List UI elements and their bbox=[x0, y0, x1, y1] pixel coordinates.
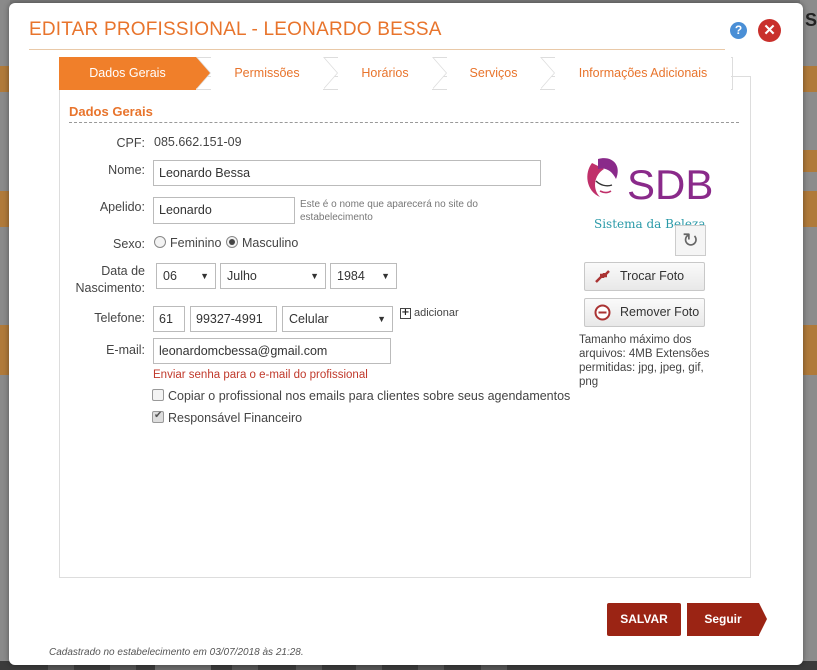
reload-icon[interactable]: ↻ bbox=[675, 225, 706, 256]
remover-foto-label: Remover Foto bbox=[620, 305, 700, 319]
tab-servicos[interactable]: Serviços bbox=[447, 57, 555, 90]
responsavel-financeiro-checkbox[interactable] bbox=[152, 410, 164, 423]
ddd-input[interactable]: 61 bbox=[153, 306, 185, 332]
edit-professional-modal: EDITAR PROFISSIONAL - LEONARDO BESSA ? ✕… bbox=[9, 3, 803, 665]
trocar-foto-label: Trocar Foto bbox=[620, 269, 685, 283]
enviar-senha-link[interactable]: Enviar senha para o e-mail do profission… bbox=[153, 369, 368, 381]
tipo-telefone-value: Celular bbox=[289, 312, 329, 326]
plus-icon[interactable]: + bbox=[400, 308, 411, 319]
file-size-note: Tamanho máximo dos arquivos: 4MB Extensõ… bbox=[579, 334, 710, 388]
sexo-masculino-radio[interactable] bbox=[226, 236, 238, 248]
responsavel-financeiro-label: Responsável Financeiro bbox=[168, 411, 303, 425]
seguir-button[interactable]: Seguir bbox=[687, 603, 767, 636]
nascimento-label-line2: Nascimento: bbox=[75, 281, 145, 295]
tab-horarios[interactable]: Horários bbox=[338, 57, 447, 90]
tab-label: Dados Gerais bbox=[89, 66, 166, 80]
chevron-down-icon: ▼ bbox=[200, 271, 209, 281]
tipo-telefone-select[interactable]: Celular ▼ bbox=[282, 306, 393, 332]
apelido-input[interactable]: Leonardo bbox=[153, 197, 295, 224]
tab-bar: Dados Gerais Permissões Horários Serviço… bbox=[59, 57, 733, 90]
cpf-value: 085.662.151-09 bbox=[154, 135, 242, 149]
dia-select[interactable]: 06 ▼ bbox=[156, 263, 216, 289]
tab-informacoes-adicionais[interactable]: Informações Adicionais bbox=[555, 57, 731, 90]
email-input[interactable]: leonardomcbessa@gmail.com bbox=[153, 338, 391, 364]
sdb-logo: SDB Sistema da Beleza bbox=[587, 158, 713, 231]
profile-photo: SDB Sistema da Beleza bbox=[582, 151, 713, 233]
tab-dados-gerais[interactable]: Dados Gerais bbox=[59, 57, 211, 90]
help-icon[interactable]: ? bbox=[730, 22, 747, 39]
telefone-input[interactable]: 99327-4991 bbox=[190, 306, 277, 332]
chevron-down-icon: ▼ bbox=[377, 314, 386, 324]
ano-value: 1984 bbox=[337, 269, 365, 283]
registration-note: Cadastrado no estabelecimento em 03/07/2… bbox=[49, 647, 304, 658]
copiar-emails-label: Copiar o profissional nos emails para cl… bbox=[168, 389, 571, 403]
section-title: Dados Gerais bbox=[69, 104, 153, 119]
tab-permissoes[interactable]: Permissões bbox=[211, 57, 338, 90]
telefone-label: Telefone: bbox=[94, 311, 145, 325]
sexo-feminino-label: Feminino bbox=[170, 236, 222, 250]
dia-value: 06 bbox=[163, 269, 177, 283]
sexo-label: Sexo: bbox=[113, 237, 145, 251]
sexo-masculino-label: Masculino bbox=[242, 236, 299, 250]
email-label: E-mail: bbox=[106, 343, 145, 357]
nome-input[interactable]: Leonardo Bessa bbox=[153, 160, 541, 186]
ano-select[interactable]: 1984 ▼ bbox=[330, 263, 397, 289]
mes-select[interactable]: Julho ▼ bbox=[220, 263, 326, 289]
chevron-down-icon: ▼ bbox=[381, 271, 390, 281]
swap-icon bbox=[595, 270, 610, 283]
copiar-emails-checkbox[interactable] bbox=[152, 389, 164, 401]
trocar-foto-button[interactable]: Trocar Foto bbox=[584, 262, 705, 291]
sexo-feminino-radio[interactable] bbox=[154, 236, 166, 248]
nascimento-label-line1: Data de bbox=[101, 264, 145, 278]
tab-label: Informações Adicionais bbox=[578, 66, 708, 80]
logo-text: SDB bbox=[627, 161, 712, 208]
remover-foto-button[interactable]: Remover Foto bbox=[584, 298, 705, 327]
mes-value: Julho bbox=[227, 269, 257, 283]
salvar-button[interactable]: SALVAR bbox=[607, 603, 681, 636]
modal-title: EDITAR PROFISSIONAL - LEONARDO BESSA bbox=[29, 19, 442, 40]
close-icon[interactable]: ✕ bbox=[758, 19, 781, 42]
minus-circle-icon bbox=[594, 304, 611, 321]
nome-label: Nome: bbox=[108, 163, 145, 177]
apelido-label: Apelido: bbox=[99, 200, 145, 214]
tab-label: Serviços bbox=[469, 66, 518, 80]
adicionar-link[interactable]: adicionar bbox=[414, 307, 459, 319]
chevron-down-icon: ▼ bbox=[310, 271, 319, 281]
tab-label: Horários bbox=[361, 66, 409, 80]
tab-label: Permissões bbox=[234, 66, 300, 80]
section-divider bbox=[69, 122, 739, 123]
apelido-hint: Este é o nome que aparecerá no site do e… bbox=[300, 199, 478, 223]
title-divider bbox=[29, 49, 725, 50]
cpf-label: CPF: bbox=[116, 136, 145, 150]
